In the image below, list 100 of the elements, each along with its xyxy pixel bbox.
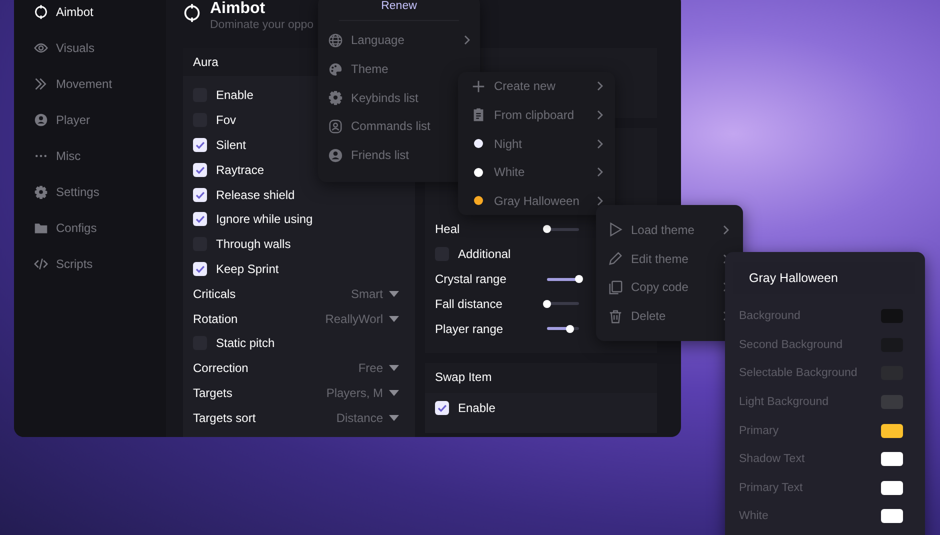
sidebar-item[interactable]: Misc — [34, 146, 166, 166]
person-icon — [34, 113, 48, 127]
slider-thumb[interactable] — [543, 225, 551, 234]
menu-item[interactable]: White — [470, 158, 603, 186]
caret-icon — [389, 414, 399, 421]
globe-icon — [328, 32, 343, 48]
color-swatch[interactable] — [881, 395, 903, 410]
checkbox[interactable] — [435, 401, 449, 416]
chevron-icon — [597, 167, 603, 178]
slider-thumb[interactable] — [575, 275, 583, 283]
option-label: Keep Sprint — [216, 262, 279, 276]
option-label: Rotation — [193, 312, 238, 326]
option-label: Static pitch — [216, 336, 275, 350]
option-label: Through walls — [216, 237, 291, 252]
option-label: Ignore while using — [216, 212, 313, 226]
caret-icon — [389, 365, 399, 372]
checkbox[interactable] — [193, 212, 207, 226]
color-label: Primary — [739, 424, 779, 437]
color-label: Background — [739, 310, 800, 322]
chevron-icon — [597, 110, 603, 120]
checkbox[interactable] — [193, 262, 207, 276]
color-swatch[interactable] — [881, 480, 903, 495]
option-label: Enable — [458, 401, 496, 416]
option-label: Criticals — [193, 286, 236, 301]
menu-item[interactable]: From clipboard — [470, 100, 603, 130]
sidebar-item[interactable]: Settings — [34, 182, 166, 202]
contact-icon — [328, 118, 343, 134]
sidebar-item[interactable]: Configs — [34, 218, 166, 238]
chevron-icon — [597, 81, 603, 92]
checkbox[interactable] — [193, 138, 207, 152]
option-label: Raytrace — [216, 162, 264, 177]
chevron-icon — [597, 196, 603, 206]
panel-title: Aura — [192, 54, 220, 71]
option-label: Release shield — [216, 188, 295, 202]
option-label: Additional — [458, 247, 511, 262]
panel-title: Swap Item — [434, 369, 493, 386]
slider[interactable] — [547, 327, 579, 330]
color-swatch[interactable] — [881, 309, 903, 324]
menu-item[interactable]: Language — [328, 26, 470, 55]
trash-icon — [608, 308, 623, 324]
slider-thumb[interactable] — [543, 300, 551, 308]
caret-icon — [389, 290, 399, 297]
page-subtitle: Dominate your oppo — [210, 19, 314, 31]
renew-link[interactable]: Renew — [339, 0, 459, 21]
color-swatch[interactable] — [881, 424, 903, 438]
menu-item[interactable]: Edit theme — [608, 244, 729, 273]
color-label: White — [739, 510, 768, 522]
option-label: Silent — [216, 138, 246, 152]
gear-icon — [34, 185, 48, 199]
slider-thumb[interactable] — [566, 324, 574, 333]
dropdown[interactable]: Players, M — [326, 386, 399, 400]
pencil-icon — [608, 251, 623, 266]
option-label: Fall distance — [435, 296, 504, 311]
option-label: Crystal range — [435, 272, 508, 286]
chevron-icon — [597, 138, 603, 148]
menu-item[interactable]: Delete — [608, 302, 729, 330]
caret-icon — [389, 390, 399, 396]
color-label: Light Background — [739, 396, 829, 408]
folder-icon — [34, 221, 48, 235]
menu-item[interactable]: Copy code — [608, 273, 729, 302]
option-label: Heal — [435, 222, 461, 236]
chevron-icon — [464, 35, 470, 46]
checkbox[interactable] — [193, 162, 207, 177]
color-swatch[interactable] — [881, 509, 903, 524]
menu-item[interactable]: Load theme — [608, 216, 729, 244]
palette-icon — [328, 62, 343, 77]
sidebar-item[interactable]: Visuals — [34, 38, 166, 58]
dropdown[interactable]: Smart — [350, 286, 399, 301]
sidebar-item[interactable]: Player — [34, 110, 166, 130]
dropdown[interactable]: Free — [358, 361, 399, 376]
menu-item[interactable]: Gray Halloween — [470, 186, 603, 215]
sidebar-item[interactable]: Scripts — [34, 254, 166, 274]
chevron-icon — [723, 224, 729, 235]
menu-item[interactable]: Create new — [470, 72, 603, 101]
color-label: Shadow Text — [739, 453, 805, 466]
color-label: Second Background — [739, 338, 843, 351]
play-icon — [608, 222, 623, 238]
dropdown[interactable]: Distance — [336, 410, 399, 425]
sidebar-item[interactable]: Aimbot — [34, 2, 166, 22]
option-label: Player range — [435, 322, 504, 336]
color-label: Selectable Background — [739, 367, 858, 380]
color-swatch[interactable] — [881, 452, 903, 466]
page-title: Aimbot — [210, 0, 266, 18]
menu-item[interactable]: Theme — [328, 54, 470, 84]
code-icon — [34, 257, 48, 271]
dropdown[interactable]: ReallyWorl — [325, 312, 399, 326]
eye-icon — [34, 41, 48, 55]
option-label: Fov — [216, 113, 236, 128]
color-label: Primary Text — [739, 482, 803, 494]
crosshair-icon — [34, 5, 48, 19]
gear-icon — [328, 90, 343, 106]
crosshair-icon — [183, 4, 201, 22]
option-label: Enable — [216, 88, 254, 102]
sidebar-item[interactable]: Movement — [34, 74, 166, 94]
option-label: Targets sort — [193, 410, 256, 425]
person-icon — [328, 148, 343, 163]
checkbox[interactable] — [193, 188, 207, 202]
caret-icon — [389, 316, 399, 322]
menu-item[interactable]: Night — [470, 129, 603, 158]
option-label: Targets — [193, 386, 232, 400]
